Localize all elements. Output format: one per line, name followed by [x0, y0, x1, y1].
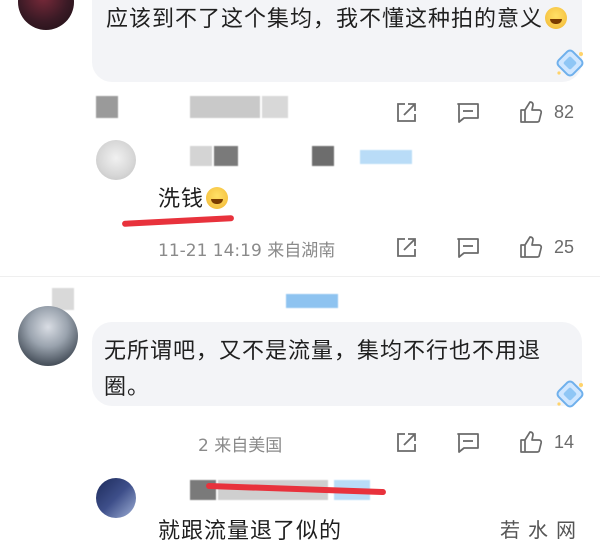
like-icon [520, 236, 543, 258]
avatar[interactable] [96, 140, 136, 180]
masked-username [190, 96, 260, 118]
comment-icon[interactable] [456, 101, 480, 125]
masked-username [214, 146, 238, 166]
vip-diamond-icon [556, 380, 584, 408]
like-count: 14 [554, 431, 575, 452]
comment-icon[interactable] [456, 236, 480, 260]
masked-username [190, 146, 212, 166]
reply-meta: 11-21 14:19 来自湖南 [158, 241, 336, 261]
comment-meta: 2 来自美国 [198, 436, 283, 456]
share-icon[interactable] [394, 431, 418, 455]
like-button[interactable]: 25 [518, 234, 574, 260]
divider [0, 276, 600, 277]
avatar[interactable] [96, 478, 136, 518]
laugh-emoji [545, 7, 568, 29]
masked-username [286, 294, 338, 308]
masked-username [312, 146, 334, 166]
watermark: 若水网 [498, 514, 586, 543]
like-button[interactable]: 82 [518, 99, 574, 125]
avatar[interactable] [18, 0, 74, 30]
share-icon[interactable] [394, 236, 418, 260]
like-icon [520, 431, 543, 453]
reply-text: 洗钱 [158, 182, 229, 218]
like-icon [520, 101, 543, 123]
masked-username [262, 96, 288, 118]
like-count: 82 [554, 101, 575, 122]
comment-icon[interactable] [456, 431, 480, 455]
vip-diamond-icon [556, 49, 584, 77]
laugh-emoji [206, 187, 229, 209]
share-icon[interactable] [394, 101, 418, 125]
comment-text: 无所谓吧，又不是流量，集均不行也不用退圈。 [104, 339, 542, 400]
avatar[interactable] [18, 306, 78, 366]
masked-username [360, 150, 412, 164]
like-button[interactable]: 14 [518, 429, 574, 455]
comment-text: 应该到不了这个集均，我不懂这种拍的意义 [106, 2, 576, 38]
reply-text: 就跟流量退了似的 [158, 519, 343, 544]
like-count: 25 [554, 236, 575, 257]
masked-username [96, 96, 118, 118]
